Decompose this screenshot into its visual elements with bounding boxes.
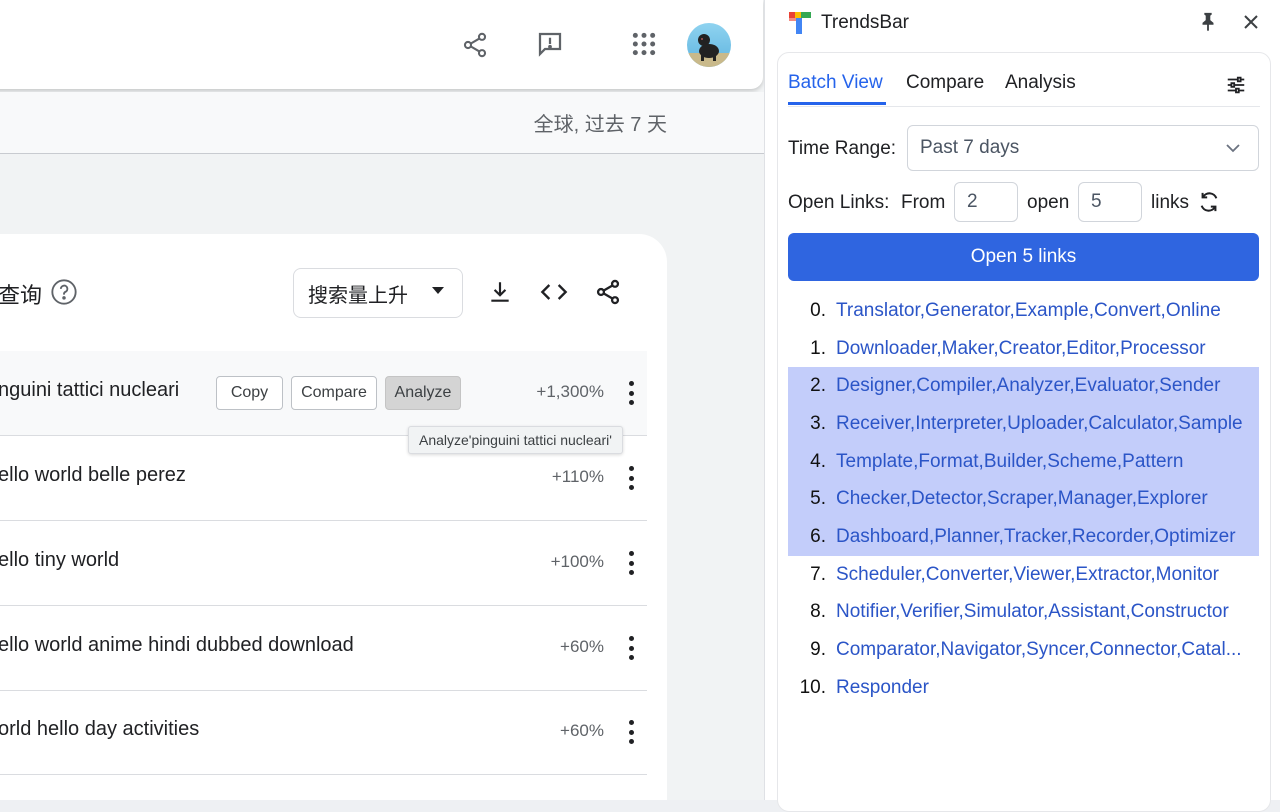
percent-change: +100% — [550, 552, 604, 571]
query-text[interactable]: nguini tattici nucleari — [0, 379, 179, 402]
share-icon[interactable] — [455, 25, 495, 65]
item-number: 7. — [810, 563, 826, 585]
download-icon[interactable] — [484, 276, 516, 308]
trendsbar-logo-icon — [789, 12, 811, 34]
help-icon[interactable] — [50, 278, 78, 306]
item-link[interactable]: Receiver,Interpreter,Uploader,Calculator… — [836, 413, 1259, 435]
item-number: 4. — [810, 450, 826, 472]
app-name: TrendsBar — [821, 12, 909, 33]
open-links-label: Open Links: — [788, 192, 890, 213]
analyze-tooltip: Analyze'pinguini tattici nucleari' — [408, 426, 623, 454]
list-item[interactable]: 0. Translator,Generator,Example,Convert,O… — [788, 292, 1259, 330]
more-vert-icon[interactable] — [619, 718, 643, 746]
percent-change: +60% — [560, 637, 604, 656]
caret-down-icon — [432, 287, 444, 294]
time-range-label: Time Range: — [788, 138, 897, 159]
item-link[interactable]: Dashboard,Planner,Tracker,Recorder,Optim… — [836, 526, 1259, 548]
tab-analysis[interactable]: Analysis — [1005, 72, 1076, 106]
query-text[interactable]: orld hello day activities — [0, 718, 199, 741]
item-link[interactable]: Template,Format,Builder,Scheme,Pattern — [836, 451, 1259, 473]
item-link[interactable]: Comparator,Navigator,Syncer,Connector,Ca… — [836, 639, 1259, 661]
list-item[interactable]: 10. Responder — [788, 669, 1259, 707]
table-row[interactable]: nguini tattici nucleari Copy Compare Ana… — [0, 351, 647, 436]
pin-icon[interactable] — [1197, 11, 1219, 33]
item-link[interactable]: Notifier,Verifier,Simulator,Assistant,Co… — [836, 601, 1259, 623]
table-row[interactable]: ello tiny world +100% — [0, 521, 647, 606]
item-number: 5. — [810, 488, 826, 510]
refresh-icon[interactable] — [1198, 191, 1220, 213]
list-item[interactable]: 1. Downloader,Maker,Creator,Editor,Proces… — [788, 330, 1259, 368]
item-link[interactable]: Translator,Generator,Example,Convert,Onl… — [836, 300, 1259, 322]
tab-batch-view[interactable]: Batch View — [788, 72, 883, 106]
item-number: 6. — [810, 525, 826, 547]
region-time-label[interactable]: 全球, 过去 7 天 — [534, 108, 667, 137]
query-text[interactable]: ello world belle perez — [0, 464, 186, 487]
list-item[interactable]: 3. Receiver,Interpreter,Uploader,Calculat… — [788, 405, 1259, 443]
chevron-down-icon — [1225, 140, 1241, 156]
list-item[interactable]: 5. Checker,Detector,Scraper,Manager,Explo… — [788, 480, 1259, 519]
list-item[interactable]: 8. Notifier,Verifier,Simulator,Assistant,… — [788, 594, 1259, 632]
item-link[interactable]: Responder — [836, 677, 1259, 699]
copy-button[interactable]: Copy — [216, 376, 283, 410]
sort-label: 搜索量上升 — [308, 284, 408, 307]
percent-change: +60% — [560, 721, 604, 740]
list-item[interactable]: 4. Template,Format,Builder,Scheme,Pattern — [788, 442, 1259, 481]
item-number: 1. — [810, 337, 826, 359]
analyze-button[interactable]: Analyze — [385, 376, 461, 410]
item-number: 8. — [810, 601, 826, 623]
query-text[interactable]: ello world anime hindi dubbed download — [0, 634, 354, 657]
item-number: 0. — [810, 299, 826, 321]
share-icon[interactable] — [592, 276, 624, 308]
card-title: 查询 — [0, 283, 43, 308]
more-vert-icon[interactable] — [619, 379, 643, 407]
settings-sliders-icon[interactable] — [1225, 74, 1247, 96]
tab-compare[interactable]: Compare — [906, 72, 984, 106]
item-link[interactable]: Checker,Detector,Scraper,Manager,Explore… — [836, 488, 1259, 510]
item-number: 10. — [799, 676, 826, 698]
item-number: 9. — [810, 639, 826, 661]
more-vert-icon[interactable] — [619, 549, 643, 577]
avatar[interactable] — [687, 23, 731, 67]
batch-list: 0. Translator,Generator,Example,Convert,O… — [788, 292, 1259, 707]
list-item[interactable]: 7. Scheduler,Converter,Viewer,Extractor,M… — [788, 556, 1259, 594]
links-label: links — [1151, 192, 1190, 213]
embed-code-icon[interactable] — [538, 276, 570, 308]
close-icon[interactable] — [1241, 12, 1261, 32]
from-label: From — [901, 192, 946, 213]
open-links-button[interactable]: Open 5 links — [788, 233, 1259, 281]
count-input[interactable]: 5 — [1078, 182, 1142, 222]
item-number: 3. — [810, 412, 826, 434]
more-vert-icon[interactable] — [619, 464, 643, 492]
panel-header: TrendsBar — [765, 0, 1280, 46]
tabs-divider — [788, 106, 1260, 107]
active-tab-indicator — [788, 102, 886, 105]
time-range-value: Past 7 days — [920, 137, 1020, 158]
query-text[interactable]: ello tiny world — [0, 549, 119, 572]
apps-grid-icon[interactable] — [624, 24, 664, 64]
time-range-select[interactable]: Past 7 days — [907, 125, 1259, 171]
item-link[interactable]: Scheduler,Converter,Viewer,Extractor,Mon… — [836, 564, 1259, 586]
item-link[interactable]: Designer,Compiler,Analyzer,Evaluator,Sen… — [836, 375, 1259, 397]
open-label: open — [1027, 192, 1070, 213]
compare-button[interactable]: Compare — [291, 376, 377, 410]
trends-page: 全球, 过去 7 天 查询 搜索量上升 nguini tattici nucle… — [0, 0, 764, 800]
item-number: 2. — [810, 375, 826, 397]
trendsbar-panel: TrendsBar Batch View Compare Analysis Ti… — [764, 0, 1280, 812]
list-item[interactable]: 2. Designer,Compiler,Analyzer,Evaluator,S… — [788, 367, 1259, 406]
table-row[interactable]: ello world anime hindi dubbed download +… — [0, 606, 647, 691]
list-item[interactable]: 9. Comparator,Navigator,Syncer,Connector,… — [788, 631, 1259, 669]
from-input[interactable]: 2 — [954, 182, 1018, 222]
item-link[interactable]: Downloader,Maker,Creator,Editor,Processo… — [836, 338, 1259, 360]
percent-change: +110% — [551, 467, 604, 486]
table-row[interactable]: orld hello day activities +60% — [0, 690, 647, 775]
feedback-icon[interactable] — [530, 24, 570, 64]
more-vert-icon[interactable] — [619, 634, 643, 662]
percent-change: +1,300% — [536, 382, 604, 401]
list-item[interactable]: 6. Dashboard,Planner,Tracker,Recorder,Opt… — [788, 518, 1259, 556]
